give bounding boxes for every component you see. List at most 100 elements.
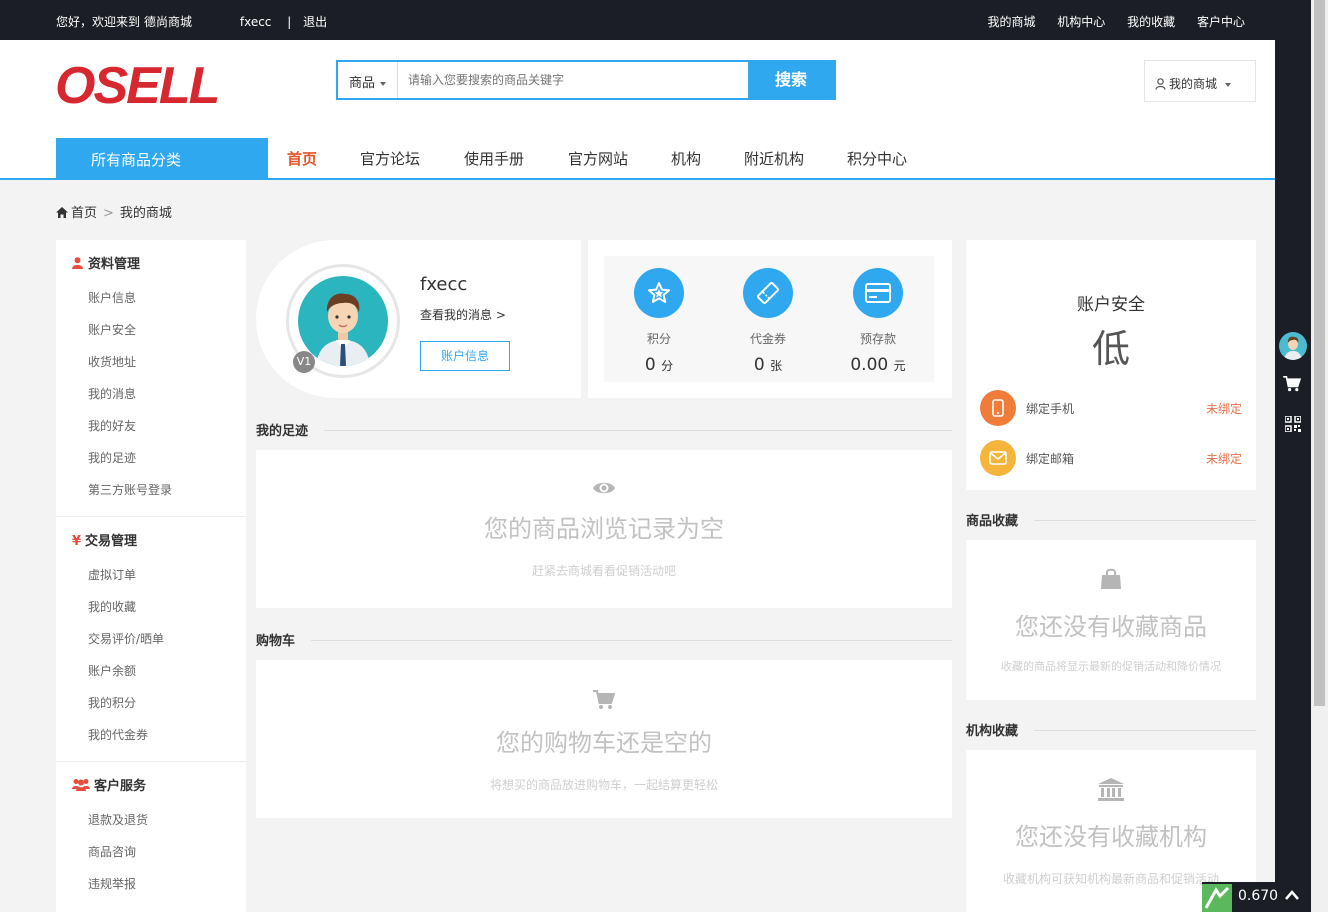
- bind-phone-status[interactable]: 未绑定: [1206, 400, 1242, 417]
- search-input[interactable]: [400, 62, 750, 98]
- chevron-down-icon: [1225, 82, 1232, 87]
- divider: [256, 430, 952, 431]
- sidebar-item-account-info[interactable]: 账户信息: [56, 282, 246, 314]
- scrollbar-thumb[interactable]: [1314, 0, 1325, 706]
- search-box: 商品 搜索: [336, 60, 836, 100]
- asset-deposit-label: 预存款: [859, 332, 896, 346]
- sidebar-item-account-security[interactable]: 账户安全: [56, 314, 246, 346]
- mail-icon: [980, 440, 1016, 476]
- chevron-down-icon: [380, 81, 387, 86]
- view-messages-link[interactable]: 查看我的消息 >: [420, 306, 506, 323]
- my-mall-dropdown[interactable]: 我的商城: [1144, 60, 1256, 102]
- toolbar-qrcode-icon[interactable]: [1284, 415, 1302, 435]
- nav-item-forum[interactable]: 官方论坛: [360, 148, 420, 169]
- nav-item-nearby-stores[interactable]: 附近机构: [744, 148, 804, 169]
- sidebar: 资料管理 账户信息 账户安全 收货地址 我的消息 我的好友 我的足迹 第三方账号…: [56, 240, 246, 912]
- footprint-empty-subtitle: 赶紧去商城看看促销活动吧: [531, 564, 676, 578]
- sidebar-item-virtual-orders[interactable]: 虚拟订单: [56, 559, 246, 591]
- nav-item-points-center[interactable]: 积分中心: [847, 148, 907, 169]
- topbar-link-favorites[interactable]: 我的收藏: [1127, 15, 1175, 29]
- bind-email-row[interactable]: 绑定邮箱 未绑定: [980, 440, 1242, 476]
- level-badge: V1: [293, 351, 315, 373]
- asset-vouchers-unit: 张: [770, 359, 783, 373]
- sidebar-group-title: ¥ 交易管理: [72, 534, 138, 549]
- fav-goods-title: 商品收藏: [966, 510, 1035, 529]
- sidebar-group-profile: 资料管理 账户信息 账户安全 收货地址 我的消息 我的好友 我的足迹 第三方账号…: [56, 240, 246, 517]
- nav-item-stores[interactable]: 机构: [671, 148, 701, 169]
- asset-vouchers[interactable]: 代金券 0 张: [728, 268, 808, 375]
- sidebar-item-footprint[interactable]: 我的足迹: [56, 442, 246, 474]
- username-link[interactable]: fxecc: [240, 15, 272, 29]
- avatar[interactable]: [298, 276, 388, 366]
- avatar-illustration: [316, 293, 370, 366]
- all-categories-button[interactable]: 所有商品分类: [56, 138, 268, 178]
- sidebar-item-consult[interactable]: 商品咨询: [56, 836, 246, 868]
- scrollbar[interactable]: [1311, 0, 1328, 912]
- users-icon: [72, 779, 90, 791]
- nav-item-manual[interactable]: 使用手册: [464, 148, 524, 169]
- search-button[interactable]: 搜索: [748, 60, 834, 100]
- divider: [256, 640, 952, 641]
- topbar-link-customer-center[interactable]: 客户中心: [1197, 15, 1245, 29]
- footprint-empty-title: 您的商品浏览记录为空: [484, 515, 724, 543]
- fav-store-title: 机构收藏: [966, 720, 1035, 739]
- search-category-label: 商品: [349, 76, 376, 91]
- logout-link[interactable]: 退出: [303, 15, 327, 29]
- assets-panel: 积分 0 分 代金券 0 张 预存款 0.00 元: [588, 240, 952, 398]
- sidebar-item-friends[interactable]: 我的好友: [56, 410, 246, 442]
- sidebar-item-report[interactable]: 违规举报: [56, 868, 246, 900]
- profile-username: fxecc: [420, 274, 468, 295]
- institution-icon: [966, 778, 1256, 805]
- fav-store-empty-title: 您还没有收藏机构: [1015, 823, 1207, 851]
- security-level: 低: [1091, 327, 1130, 371]
- breadcrumb-home[interactable]: 首页: [71, 206, 97, 221]
- sidebar-item-refunds[interactable]: 退款及退货: [56, 804, 246, 836]
- cart-section-header: 购物车: [256, 630, 952, 650]
- fav-goods-empty-subtitle: 收藏的商品将显示最新的促销活动和降价情况: [1001, 660, 1221, 673]
- asset-deposit-unit: 元: [893, 359, 906, 373]
- breadcrumb: 首页 > 我的商城: [56, 202, 172, 221]
- sidebar-item-favorites[interactable]: 我的收藏: [56, 591, 246, 623]
- cart-title: 购物车: [256, 630, 312, 649]
- toolbar-cart-icon[interactable]: [1283, 376, 1302, 395]
- cart-empty-subtitle: 将想买的商品放进购物车，一起结算更轻松: [489, 778, 718, 792]
- site-logo[interactable]: OSELL: [55, 60, 220, 112]
- user-icon: [72, 257, 83, 269]
- phone-icon: [980, 390, 1016, 426]
- topbar-link-my-mall[interactable]: 我的商城: [987, 15, 1035, 29]
- asset-deposit[interactable]: 预存款 0.00 元: [838, 268, 918, 375]
- asset-points[interactable]: 积分 0 分: [619, 268, 699, 375]
- sidebar-item-address[interactable]: 收货地址: [56, 346, 246, 378]
- asset-points-label: 积分: [646, 332, 671, 346]
- card-icon: [853, 268, 903, 318]
- sidebar-item-reviews[interactable]: 交易评价/晒单: [56, 623, 246, 655]
- nav-item-official-site[interactable]: 官方网站: [568, 148, 628, 169]
- sidebar-item-vouchers[interactable]: 我的代金券: [56, 719, 246, 751]
- toolbar-avatar[interactable]: [1279, 332, 1307, 360]
- fav-goods-empty-panel: 您还没有收藏商品 收藏的商品将显示最新的促销活动和降价情况: [966, 540, 1256, 700]
- footprint-title: 我的足迹: [256, 420, 325, 439]
- sidebar-item-points[interactable]: 我的积分: [56, 687, 246, 719]
- greeting-text: 您好，欢迎来到: [56, 15, 141, 29]
- ticket-icon: [743, 268, 793, 318]
- overlay-logo-icon: [1202, 884, 1232, 912]
- bind-phone-row[interactable]: 绑定手机 未绑定: [980, 390, 1242, 426]
- nav-item-home[interactable]: 首页: [287, 148, 317, 169]
- fav-store-section-header: 机构收藏: [966, 720, 1256, 740]
- account-info-button[interactable]: 账户信息: [420, 341, 510, 371]
- sidebar-group-service: 客户服务 退款及退货 商品咨询 违规举报: [56, 762, 246, 910]
- account-security-panel: 账户安全 低 绑定手机 未绑定 绑定邮箱 未绑定: [966, 240, 1256, 490]
- sidebar-item-balance[interactable]: 账户余额: [56, 655, 246, 687]
- sidebar-item-messages[interactable]: 我的消息: [56, 378, 246, 410]
- bind-email-status[interactable]: 未绑定: [1206, 450, 1242, 467]
- chevron-up-icon[interactable]: [1285, 885, 1299, 904]
- breadcrumb-separator: >: [103, 206, 114, 221]
- asset-vouchers-label: 代金券: [749, 332, 786, 346]
- asset-points-unit: 分: [661, 359, 674, 373]
- overlay-widget: 0.670: [1202, 882, 1311, 912]
- topbar-link-store-center[interactable]: 机构中心: [1057, 15, 1105, 29]
- search-category-select[interactable]: 商品: [338, 62, 398, 98]
- sidebar-item-third-party-login[interactable]: 第三方账号登录: [56, 474, 246, 506]
- asset-vouchers-value: 0: [753, 355, 765, 375]
- cart-empty-panel: 您的购物车还是空的 将想买的商品放进购物车，一起结算更轻松: [256, 660, 952, 818]
